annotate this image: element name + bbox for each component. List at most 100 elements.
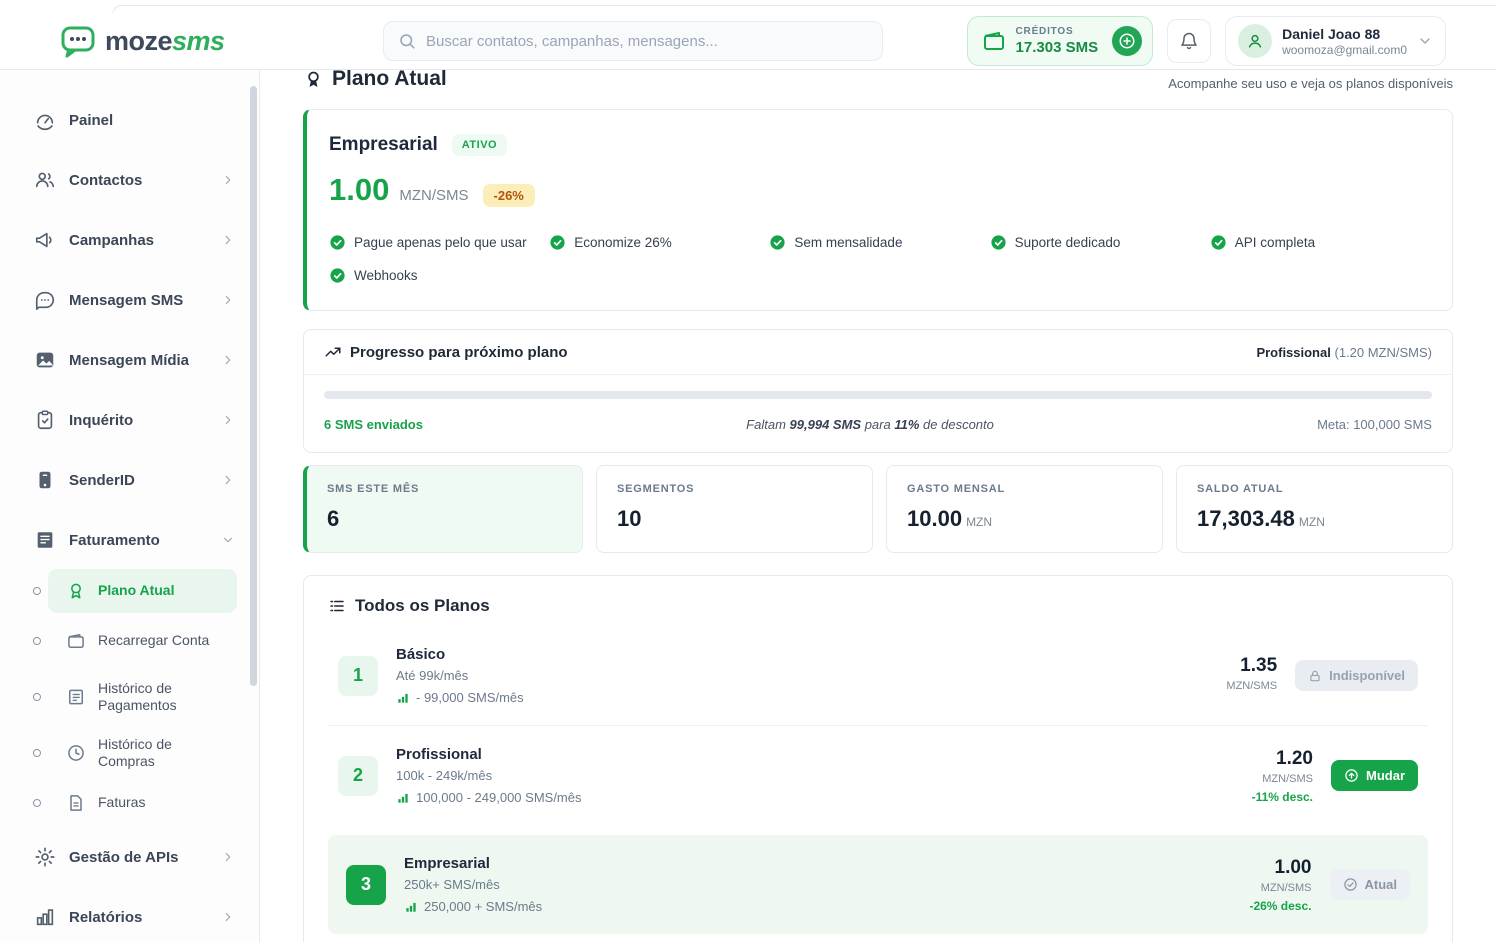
bullet-icon bbox=[33, 637, 41, 645]
sidebar-subitem-recarregar-conta[interactable]: Recarregar Conta bbox=[48, 619, 237, 663]
feature-item: API completa bbox=[1210, 234, 1430, 251]
top-header: mozesms CRÉDITOS 17.303 SMS bbox=[0, 13, 1496, 70]
plan-range: 100k - 249k/mês bbox=[396, 768, 1223, 783]
stat-monthly-spend: GASTO MENSAL 10.00MZN bbox=[886, 465, 1163, 553]
sidebar-subitem-label: Plano Atual bbox=[98, 582, 175, 600]
credits-value: 17.303 SMS bbox=[1016, 39, 1099, 56]
progress-title: Progresso para próximo plano bbox=[324, 343, 568, 361]
medal-icon bbox=[303, 70, 324, 90]
feature-item: Suporte dedicado bbox=[990, 234, 1210, 251]
clock-icon bbox=[66, 743, 86, 763]
sidebar-item-label: Contactos bbox=[69, 172, 208, 189]
progress-bar bbox=[324, 391, 1432, 399]
credits-label: CRÉDITOS bbox=[1016, 26, 1099, 37]
chevron-right-icon bbox=[221, 173, 235, 187]
plan-unavailable-button[interactable]: Indisponível bbox=[1295, 660, 1418, 691]
sidebar-item-label: Campanhas bbox=[69, 232, 208, 249]
chat-bubble-icon bbox=[34, 289, 56, 311]
feature-item: Pague apenas pelo que usar bbox=[329, 234, 549, 251]
phone-id-icon bbox=[34, 469, 56, 491]
bar-chart-icon bbox=[34, 906, 56, 928]
sidebar-item-senderid[interactable]: SenderID bbox=[0, 456, 259, 504]
user-name: Daniel Joao 88 bbox=[1282, 26, 1407, 42]
sidebar-item-label: Gestão de APIs bbox=[69, 849, 208, 866]
sidebar-subitem-historico-compras[interactable]: Histórico de Compras bbox=[48, 731, 237, 775]
bullet-icon bbox=[33, 693, 41, 701]
sidebar-item-relatorios[interactable]: Relatórios bbox=[0, 893, 259, 941]
user-menu[interactable]: Daniel Joao 88 woomoza@gmail.com0 bbox=[1225, 16, 1446, 66]
plan-number-badge: 1 bbox=[338, 656, 378, 696]
notifications-button[interactable] bbox=[1167, 19, 1211, 63]
sidebar-subitem-label: Histórico de Compras bbox=[98, 736, 223, 771]
sidebar-item-gestao-apis[interactable]: Gestão de APIs bbox=[0, 833, 259, 881]
plan-current-button[interactable]: Atual bbox=[1330, 869, 1411, 900]
feature-item: Economize 26% bbox=[549, 234, 769, 251]
megaphone-icon bbox=[34, 229, 56, 251]
chevron-right-icon bbox=[221, 413, 235, 427]
plan-row-basico: 1 Básico Até 99k/mês - 99,000 SMS/mês 1.… bbox=[328, 626, 1428, 725]
bullet-icon bbox=[33, 749, 41, 757]
chevron-right-icon bbox=[221, 850, 235, 864]
plan-name: Empresarial bbox=[404, 855, 1222, 872]
sidebar-item-painel[interactable]: Painel bbox=[0, 96, 259, 144]
stat-sms-month: SMS ESTE MÊS 6 bbox=[303, 465, 583, 553]
plan-range: Até 99k/mês bbox=[396, 668, 1187, 683]
users-icon bbox=[34, 169, 56, 191]
sidebar-subitem-historico-pagamentos[interactable]: Histórico de Pagamentos bbox=[48, 669, 224, 725]
sidebar-item-campanhas[interactable]: Campanhas bbox=[0, 216, 259, 264]
plan-price-unit: MZN/SMS bbox=[1222, 882, 1312, 894]
plan-price-unit: MZN/SMS bbox=[1187, 680, 1277, 692]
wallet-icon bbox=[66, 631, 86, 651]
plan-features: Pague apenas pelo que usar Economize 26%… bbox=[329, 234, 1430, 284]
chat-bubble-logo-icon bbox=[60, 23, 96, 59]
next-plan-label: Profissional (1.20 MZN/SMS) bbox=[1256, 345, 1432, 360]
plan-change-button[interactable]: Mudar bbox=[1331, 760, 1418, 791]
chevron-right-icon bbox=[221, 473, 235, 487]
check-circle-icon bbox=[1210, 234, 1227, 251]
plan-price: 1.00 bbox=[1222, 857, 1312, 879]
add-credits-button[interactable] bbox=[1112, 26, 1142, 56]
sidebar-item-faturamento[interactable]: Faturamento bbox=[0, 516, 259, 564]
lock-icon bbox=[1308, 669, 1322, 683]
mini-bars-icon bbox=[396, 691, 410, 705]
sidebar-subitem-faturas[interactable]: Faturas bbox=[48, 781, 237, 825]
plan-discount: -11% desc. bbox=[1223, 790, 1313, 804]
sidebar-item-inquerito[interactable]: Inquérito bbox=[0, 396, 259, 444]
sidebar-item-contactos[interactable]: Contactos bbox=[0, 156, 259, 204]
plan-row-empresarial: 3 Empresarial 250k+ SMS/mês 250,000 + SM… bbox=[328, 835, 1428, 934]
plus-circle-icon bbox=[1118, 32, 1136, 50]
search-input[interactable] bbox=[426, 33, 868, 50]
plan-number-badge: 2 bbox=[338, 756, 378, 796]
plan-range: 250k+ SMS/mês bbox=[404, 877, 1222, 892]
sidebar-item-mensagem-sms[interactable]: Mensagem SMS bbox=[0, 276, 259, 324]
plan-name: Básico bbox=[396, 646, 1187, 663]
mini-bars-icon bbox=[404, 900, 418, 914]
bell-icon bbox=[1179, 31, 1199, 51]
check-circle-icon bbox=[549, 234, 566, 251]
bullet-icon bbox=[33, 799, 41, 807]
main-content: Plano Atual Acompanhe seu uso e veja os … bbox=[260, 70, 1496, 942]
sidebar-subitem-plano-atual[interactable]: Plano Atual bbox=[48, 569, 237, 613]
feature-item: Sem mensalidade bbox=[769, 234, 989, 251]
page-subtitle: Acompanhe seu uso e veja os planos dispo… bbox=[1168, 76, 1453, 91]
sidebar-subitem-label: Faturas bbox=[98, 794, 145, 812]
chevron-right-icon bbox=[221, 910, 235, 924]
app-window: mozesms CRÉDITOS 17.303 SMS bbox=[0, 0, 1496, 942]
check-circle-icon bbox=[1343, 877, 1358, 892]
sidebar-item-label: Mensagem SMS bbox=[69, 292, 208, 309]
sidebar-subitem-hist-compras-row: Histórico de Compras bbox=[0, 731, 259, 775]
sidebar-item-mensagem-midia[interactable]: Mensagem Mídia bbox=[0, 336, 259, 384]
remaining-label: Faltam 99,994 SMS para 11% de desconto bbox=[746, 417, 994, 432]
sms-sent-label: 6 SMS enviados bbox=[324, 417, 423, 432]
stat-current-balance: SALDO ATUAL 17,303.48MZN bbox=[1176, 465, 1453, 553]
brand-logo[interactable]: mozesms bbox=[60, 23, 225, 59]
mini-bars-icon bbox=[396, 791, 410, 805]
credits-widget[interactable]: CRÉDITOS 17.303 SMS bbox=[967, 16, 1154, 66]
arrow-up-circle-icon bbox=[1344, 768, 1359, 783]
plan-discount: -26% desc. bbox=[1222, 899, 1312, 913]
check-circle-icon bbox=[769, 234, 786, 251]
medal-icon bbox=[66, 581, 86, 601]
chevron-right-icon bbox=[221, 233, 235, 247]
plan-row-profissional: 2 Profissional 100k - 249k/mês 100,000 -… bbox=[328, 725, 1428, 825]
page-title: Plano Atual bbox=[303, 70, 447, 91]
